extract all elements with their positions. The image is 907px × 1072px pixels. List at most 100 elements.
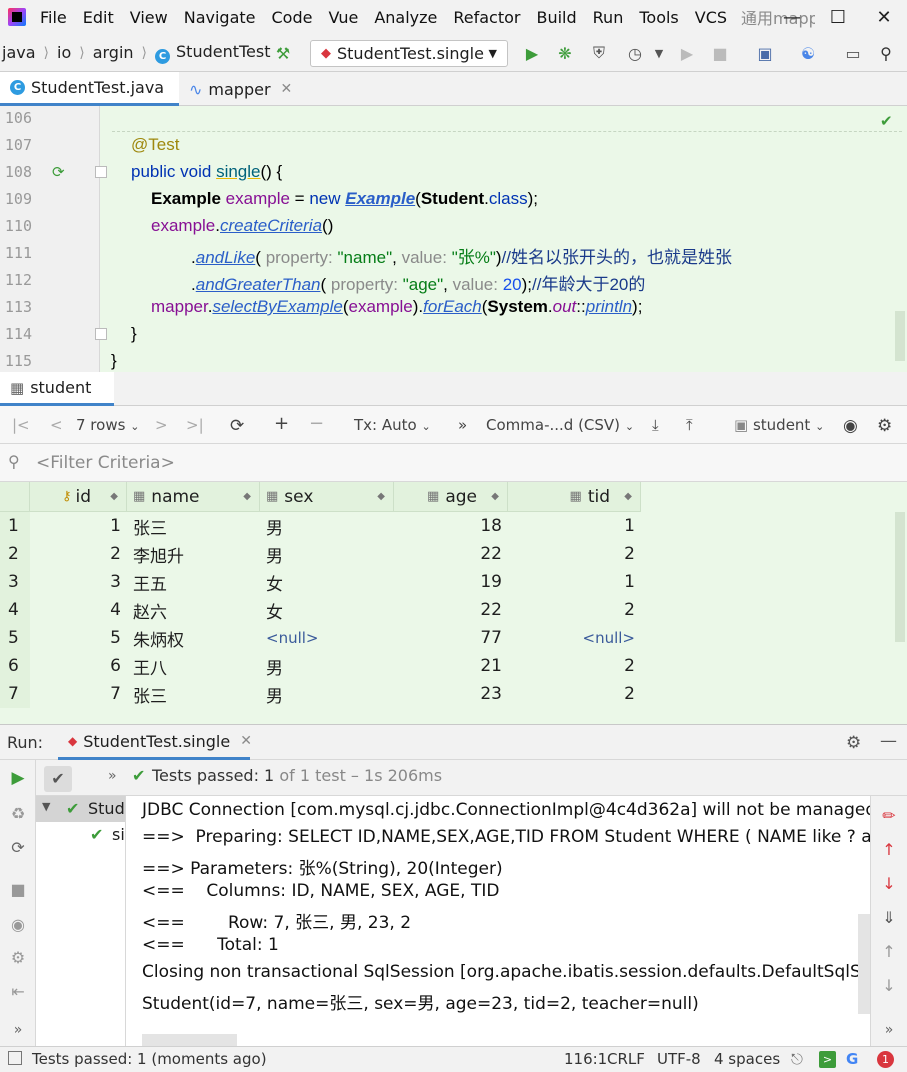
cell-sex[interactable]: 男 <box>260 540 394 568</box>
breadcrumb-argin[interactable]: argin <box>93 43 134 62</box>
cell-age[interactable]: 23 <box>394 680 508 708</box>
last-page-icon[interactable]: >| <box>186 416 204 434</box>
filter-criteria-input[interactable]: <Filter Criteria> <box>36 453 175 473</box>
close-window-icon[interactable]: ✕ <box>861 0 907 34</box>
cell-sex[interactable]: 男 <box>260 652 394 680</box>
sort-icon[interactable]: ◆ <box>377 491 385 502</box>
cell-age[interactable]: 22 <box>394 540 508 568</box>
cell-age[interactable]: 19 <box>394 568 508 596</box>
cell-tid[interactable]: 2 <box>508 680 641 708</box>
caret-position[interactable]: 116:1 <box>564 1050 607 1068</box>
download-icon[interactable]: ⤓ <box>652 416 659 434</box>
cell-sex[interactable]: 女 <box>260 596 394 624</box>
menu-edit[interactable]: Edit <box>75 8 122 27</box>
menu-tools[interactable]: Tools <box>631 8 686 27</box>
presentation-icon[interactable]: ▭ <box>842 42 864 64</box>
console-output[interactable]: JDBC Connection [com.mysql.cj.jdbc.Conne… <box>126 796 870 1046</box>
breadcrumb-studenttest[interactable]: C StudentTest <box>155 42 271 64</box>
upload-icon[interactable]: ⤒ <box>686 416 693 434</box>
tool-windows-icon[interactable] <box>8 1051 22 1065</box>
editor-scrollbar[interactable] <box>895 311 905 361</box>
cell-name[interactable]: 朱炳权 <box>127 624 260 652</box>
line-separator[interactable]: CRLF <box>607 1050 645 1068</box>
code-editor[interactable]: 106 107 108 109 110 111 112 113 114 115 … <box>0 106 907 372</box>
refresh-icon[interactable]: ⟳ <box>230 416 244 436</box>
column-header-tid[interactable]: ▦ tid ◆ <box>508 482 641 512</box>
chevron-down-icon[interactable]: ▼ <box>42 800 50 813</box>
row-number[interactable]: 3 <box>0 568 30 596</box>
column-header-sex[interactable]: ▦ sex ◆ <box>260 482 394 512</box>
inspection-ok-icon[interactable]: ✔ <box>880 112 893 130</box>
cell-id[interactable]: 6 <box>30 652 127 680</box>
settings-gear-icon[interactable]: ⚙ <box>846 733 861 753</box>
tx-mode-select[interactable]: Tx: Auto ⌄ <box>354 416 431 434</box>
settings-gear-icon[interactable]: ⚙ <box>877 416 892 436</box>
menu-view[interactable]: View <box>122 8 176 27</box>
show-passed-toggle[interactable]: ✔ <box>44 766 72 792</box>
google-icon[interactable]: G <box>846 1050 858 1068</box>
menu-build[interactable]: Build <box>528 8 584 27</box>
first-page-icon[interactable]: |< <box>12 416 30 434</box>
sort-icon[interactable]: ◆ <box>110 491 118 502</box>
column-header-id[interactable]: ⚷ id ◆ <box>30 482 127 512</box>
menu-file[interactable]: File <box>32 8 75 27</box>
hide-panel-icon[interactable]: — <box>880 731 897 751</box>
breadcrumb-java[interactable]: java <box>2 43 36 62</box>
up-arrow-icon[interactable]: ↑ <box>871 840 907 859</box>
cell-name[interactable]: 赵六 <box>127 596 260 624</box>
chevron-down-icon[interactable]: ▼ <box>648 42 670 64</box>
menu-analyze[interactable]: Analyze <box>366 8 445 27</box>
more-icon[interactable]: » <box>0 1022 36 1038</box>
toggle-auto-test-icon[interactable]: ⟳ <box>0 838 36 857</box>
fold-icon[interactable] <box>95 166 107 178</box>
view-eye-icon[interactable]: ◉ <box>843 416 858 436</box>
rerun-icon[interactable]: ▶ <box>0 768 36 788</box>
debug-bug-icon[interactable]: ❋ <box>554 42 576 64</box>
row-number[interactable]: 6 <box>0 652 30 680</box>
tab-student-table[interactable]: ▦ student <box>0 372 114 406</box>
down-arrow-icon[interactable]: ↓ <box>871 874 907 893</box>
column-header-age[interactable]: ▦ age ◆ <box>394 482 508 512</box>
row-number[interactable]: 2 <box>0 540 30 568</box>
more-icon[interactable]: » <box>108 768 117 784</box>
search-icon[interactable]: ⚲ <box>875 42 897 64</box>
row-number[interactable]: 5 <box>0 624 30 652</box>
run-test-gutter-icon[interactable]: ⟳ <box>52 163 65 181</box>
close-tab-icon[interactable]: ✕ <box>281 81 293 97</box>
cell-id[interactable]: 2 <box>30 540 127 568</box>
tab-run-studenttest[interactable]: ◆ StudentTest.single ✕ <box>58 725 252 760</box>
cell-name[interactable]: 李旭升 <box>127 540 260 568</box>
prev-page-icon[interactable]: < <box>50 416 63 434</box>
cell-age[interactable]: 22 <box>394 596 508 624</box>
run-config-select[interactable]: ◆ StudentTest.single ▼ <box>310 40 508 67</box>
grid-scrollbar[interactable] <box>895 512 905 642</box>
export-format-select[interactable]: Comma-...d (CSV) ⌄ <box>486 416 634 434</box>
row-number[interactable]: 4 <box>0 596 30 624</box>
scroll-to-end-icon[interactable]: ⇓ <box>871 908 907 927</box>
fold-icon[interactable] <box>95 328 107 340</box>
menu-refactor[interactable]: Refactor <box>445 8 528 27</box>
cell-name[interactable]: 张三 <box>127 512 260 540</box>
cell-sex[interactable]: 男 <box>260 680 394 708</box>
tab-mapper[interactable]: ∿ mapper ✕ <box>179 72 297 106</box>
sort-icon[interactable]: ◆ <box>243 491 251 502</box>
cell-name[interactable]: 王五 <box>127 568 260 596</box>
cell-sex[interactable]: 女 <box>260 568 394 596</box>
tree-row-selected[interactable]: ▼ ✔ Stude <box>36 796 125 822</box>
row-number[interactable]: 1 <box>0 512 30 540</box>
filter-bar[interactable]: ⚲ <Filter Criteria> <box>0 444 907 482</box>
rows-count-select[interactable]: 7 rows ⌄ <box>76 416 139 434</box>
tab-studenttest-java[interactable]: C StudentTest.java <box>0 72 179 106</box>
cell-id[interactable]: 3 <box>30 568 127 596</box>
menu-code[interactable]: Code <box>264 8 321 27</box>
file-encoding[interactable]: UTF-8 <box>657 1050 701 1068</box>
sort-icon[interactable]: ◆ <box>624 491 632 502</box>
console-h-scrollbar[interactable] <box>142 1034 237 1046</box>
coverage-icon[interactable]: ⛨ <box>588 42 610 64</box>
cell-id[interactable]: 7 <box>30 680 127 708</box>
row-number[interactable]: 7 <box>0 680 30 708</box>
breadcrumb-io[interactable]: io <box>57 43 71 62</box>
cell-tid[interactable]: 2 <box>508 652 641 680</box>
cell-tid[interactable]: 2 <box>508 540 641 568</box>
cell-tid[interactable]: 2 <box>508 596 641 624</box>
